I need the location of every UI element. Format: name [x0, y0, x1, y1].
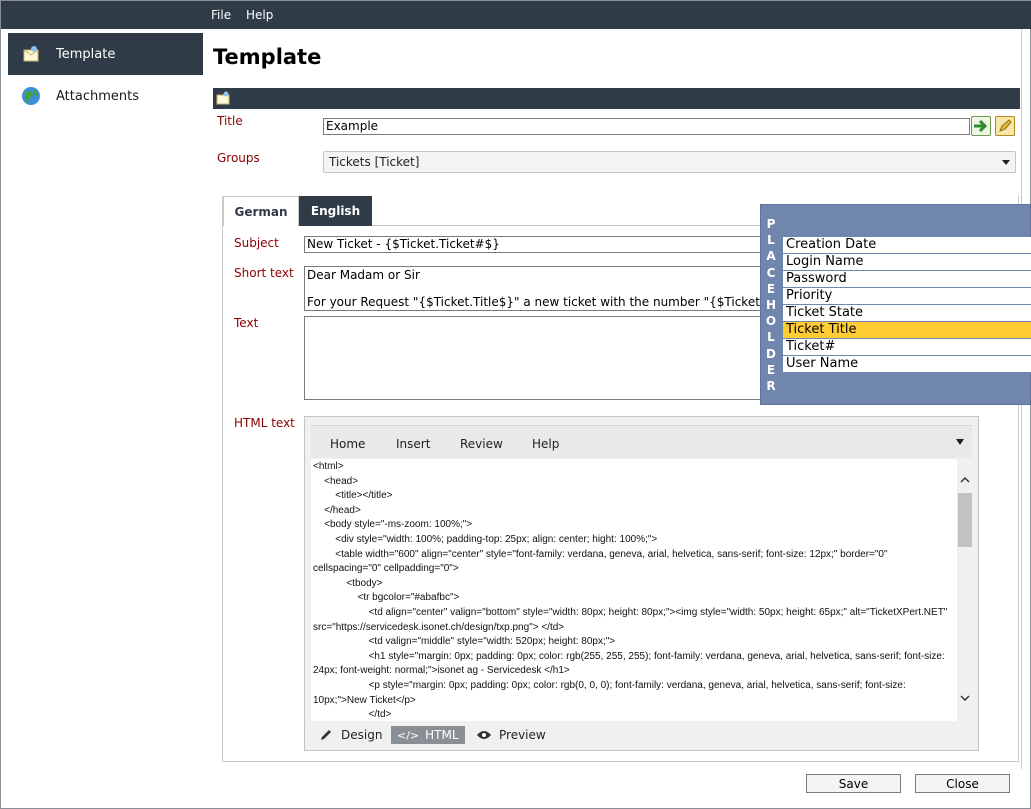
subject-input[interactable]: New Ticket - {$Ticket.Ticket#$}	[304, 236, 764, 253]
code-icon: </>	[397, 728, 420, 742]
placeholder-letter: R	[766, 379, 776, 394]
placeholder-letter: D	[766, 346, 776, 361]
sidebar-item-attachments[interactable]: Attachments	[8, 75, 203, 117]
placeholder-letter: L	[767, 233, 775, 248]
editor-ribbon: Home Insert Review Help	[311, 425, 972, 458]
code-line: <html>	[313, 461, 344, 472]
placeholder-vertical-label: PLACEHOLDER	[764, 216, 778, 394]
code-line: </td>	[313, 709, 392, 721]
page-title: Template	[213, 45, 322, 69]
eye-icon	[477, 731, 491, 739]
groups-select[interactable]: Tickets [Ticket]	[323, 151, 1016, 173]
ribbon-tab-home[interactable]: Home	[330, 437, 365, 451]
editor-scrollbar[interactable]	[957, 459, 973, 721]
placeholder-item[interactable]: Ticket Title	[783, 322, 1031, 339]
tab-german[interactable]: German	[223, 196, 299, 226]
sidebar-item-label: Attachments	[56, 88, 139, 104]
placeholder-letter: O	[765, 314, 777, 329]
tab-english[interactable]: English	[299, 196, 372, 226]
mode-design-button[interactable]: Design	[319, 726, 382, 744]
scrollbar-thumb[interactable]	[958, 493, 972, 547]
sidebar: Template Attachments	[8, 33, 203, 117]
code-line: <tr bgcolor="#abafbc">	[313, 592, 460, 604]
title-label: Title	[217, 114, 243, 128]
ribbon-tab-review[interactable]: Review	[460, 437, 503, 451]
placeholder-item[interactable]: Priority	[783, 288, 1031, 305]
template-icon	[23, 46, 39, 62]
code-line: <head>	[313, 475, 359, 487]
placeholder-item[interactable]: User Name	[783, 356, 1031, 373]
placeholder-item[interactable]: Password	[783, 271, 1031, 288]
code-line: <div style="width: 100%; padding-top: 25…	[313, 533, 658, 545]
code-line: <tbody>	[313, 577, 383, 589]
pencil-icon	[321, 730, 331, 740]
ribbon-tab-help[interactable]: Help	[532, 437, 559, 451]
text-input[interactable]	[304, 316, 764, 400]
chevron-down-icon[interactable]	[960, 693, 970, 703]
placeholder-letter: A	[766, 249, 776, 264]
html-text-label: HTML text	[234, 416, 295, 430]
code-line: <table width="600" align="center" style=…	[313, 548, 891, 575]
placeholder-letter: P	[766, 217, 776, 231]
edit-button[interactable]	[995, 116, 1015, 136]
short-text-input[interactable]: Dear Madam or Sir For your Request "{$Ti…	[304, 266, 764, 311]
placeholder-letter: C	[766, 265, 776, 280]
section-header	[213, 88, 1020, 109]
pencil-icon	[999, 119, 1012, 132]
ribbon-tab-insert[interactable]: Insert	[396, 437, 430, 451]
menu-file[interactable]: File	[211, 8, 231, 22]
groups-label: Groups	[217, 151, 260, 165]
code-line: <td align="center" valign="bottom" style…	[313, 606, 951, 633]
app-window: File Help Template Attachments Template	[0, 0, 1031, 809]
placeholder-letter: H	[765, 298, 777, 313]
placeholder-item[interactable]: Ticket#	[783, 339, 1031, 356]
placeholder-list: Creation Date Login Name Password Priority T…	[783, 237, 1031, 373]
placeholder-panel: PLACEHOLDER Creation Date Login Name Passw…	[760, 204, 1031, 405]
menu-bar: File Help	[1, 1, 1031, 29]
mode-html-button[interactable]: </> HTML	[391, 726, 465, 744]
text-label: Text	[234, 316, 259, 330]
save-button[interactable]: Save	[806, 774, 901, 793]
menu-help[interactable]: Help	[246, 8, 273, 22]
code-line: <p style="margin: 0px; padding: 0px; col…	[313, 679, 909, 706]
template-icon	[216, 91, 230, 105]
short-text-line: For your Request "{$Ticket.Title$}" a ne…	[307, 294, 764, 309]
groups-select-value: Tickets [Ticket]	[329, 155, 420, 169]
chevron-up-icon[interactable]	[960, 475, 970, 485]
chevron-down-icon	[1002, 160, 1010, 165]
sidebar-item-label: Template	[56, 46, 116, 62]
short-text-line: Dear Madam or Sir	[307, 268, 420, 282]
code-line: </head>	[313, 504, 361, 516]
subject-label: Subject	[234, 236, 279, 250]
html-editor: Home Insert Review Help <html> <head> <t…	[304, 416, 979, 751]
ribbon-collapse-icon[interactable]	[956, 439, 964, 445]
placeholder-letter: E	[766, 362, 776, 377]
placeholder-item[interactable]: Creation Date	[783, 237, 1031, 254]
insert-placeholder-button[interactable]	[971, 116, 991, 136]
globe-icon	[22, 87, 40, 105]
short-text-label: Short text	[234, 266, 294, 280]
editor-mode-bar: Design </> HTML Preview	[311, 723, 972, 745]
placeholder-letter: L	[767, 330, 775, 345]
code-line: <title></title>	[313, 490, 393, 502]
code-line: <td valign="middle" style="width: 520px;…	[313, 636, 616, 648]
title-input[interactable]: Example	[323, 118, 970, 135]
close-button[interactable]: Close	[915, 774, 1010, 793]
placeholder-item[interactable]: Login Name	[783, 254, 1031, 271]
placeholder-item[interactable]: Ticket State	[783, 305, 1031, 322]
sidebar-item-template[interactable]: Template	[8, 33, 203, 75]
html-source-editor[interactable]: <html> <head> <title></title> </head> <b…	[311, 459, 957, 721]
code-line: <h1 style="margin: 0px; padding: 0px; co…	[313, 650, 948, 677]
arrow-right-icon	[974, 119, 988, 133]
placeholder-letter: E	[766, 281, 776, 296]
code-line: <body style="-ms-zoom: 100%;">	[313, 519, 473, 531]
mode-preview-button[interactable]: Preview	[476, 726, 546, 744]
